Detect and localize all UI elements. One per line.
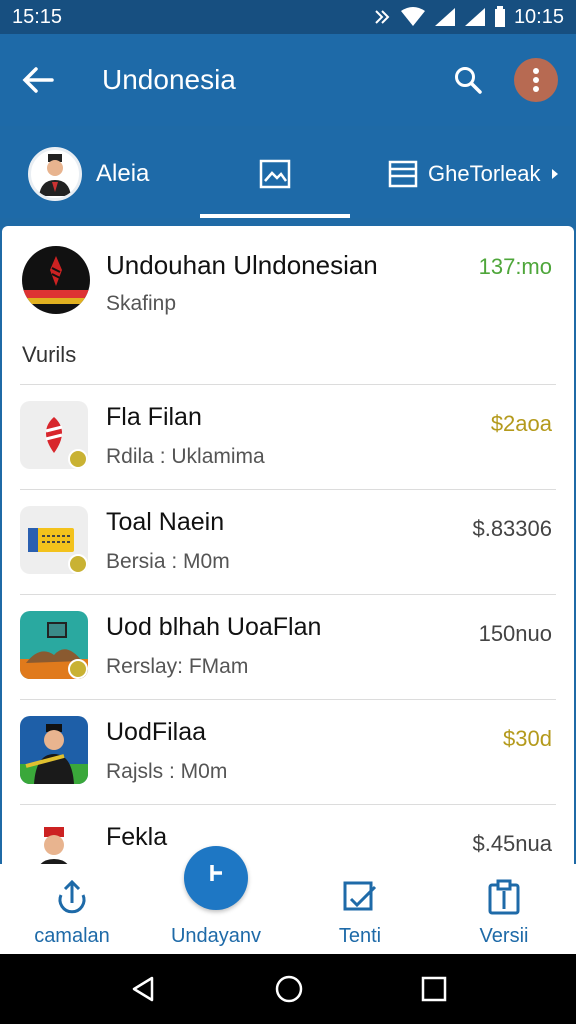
battery-icon (494, 6, 505, 27)
tab-catalog-label: GheTorleak (428, 161, 541, 186)
person-icon (20, 716, 88, 784)
more-options-button[interactable] (514, 58, 558, 102)
item-price: 150nuo (478, 621, 552, 646)
wifi-icon (400, 7, 425, 26)
featured-item[interactable]: Undouhan Ulndonesian Skafinp 137:mo Vuri… (2, 226, 574, 384)
tab-profile[interactable]: Aleia (28, 147, 178, 201)
item-price: $30d (503, 726, 552, 751)
status-time-right: 10:15 (513, 5, 564, 28)
featured-title: Undouhan Ulndonesian (106, 250, 378, 280)
list-item[interactable]: Fla Filan Rdila : Uklamima $2aoa (20, 384, 556, 489)
plus-icon (210, 865, 222, 881)
item-price: $.45nua (472, 831, 552, 856)
featured-price: 137:mo (478, 254, 552, 279)
featured-subtitle: Skafinp (106, 292, 177, 315)
item-subtitle: Bersia : M0m (106, 550, 230, 573)
item-title: Toal Naein (106, 508, 225, 536)
chevron-right-icon (551, 169, 558, 179)
status-bar: 15:15 10:15 (0, 0, 576, 34)
tab-gallery[interactable] (200, 130, 350, 218)
clipboard-icon (488, 879, 520, 915)
nav-item-add[interactable]: Undayanv (144, 846, 288, 954)
card-icon (20, 506, 88, 574)
back-button[interactable] (18, 60, 58, 100)
arrow-back-icon (22, 67, 54, 93)
item-subtitle: Rdila : Uklamima (106, 445, 265, 468)
red-leaf-icon (20, 401, 88, 469)
page-title: Undonesia (102, 64, 236, 95)
tab-profile-label: Aleia (96, 160, 150, 187)
list-icon (388, 160, 418, 188)
landscape-icon (20, 611, 88, 679)
list-item[interactable]: Toal Naein Bersia : M0m $.83306 (20, 489, 556, 594)
app-bar: Undonesia (0, 34, 576, 126)
section-label: Vurils (22, 342, 77, 367)
avatar (28, 147, 82, 201)
status-time-left: 15:15 (12, 5, 63, 28)
nav-item-edit[interactable]: Tenti (288, 864, 432, 954)
status-icons: 10:15 (372, 6, 564, 29)
item-title: Uod blhah UoaFlan (106, 613, 322, 641)
nav-label: Tenti (338, 925, 382, 947)
tab-indicator (200, 214, 350, 218)
signal-icon (434, 8, 455, 26)
nav-label: Versii (479, 925, 529, 947)
item-price: $.83306 (472, 516, 552, 541)
featured-logo (22, 246, 90, 314)
upload-icon (58, 879, 86, 914)
leaf-logo-icon (22, 256, 90, 304)
nav-item-versions[interactable]: Versii (432, 864, 576, 954)
back-triangle-icon[interactable] (128, 974, 158, 1004)
item-title: Fekla (106, 823, 168, 851)
nav-label: camalan (34, 925, 110, 947)
item-subtitle: Rerslay: FMam (106, 655, 249, 678)
item-title: UodFilaa (106, 718, 207, 746)
recents-square-icon[interactable] (420, 975, 448, 1003)
item-subtitle: Rajsls : M0m (106, 760, 228, 783)
search-icon (455, 67, 482, 94)
system-navigation-bar (0, 954, 576, 1024)
person-avatar-icon (39, 154, 71, 196)
item-price: $2aoa (490, 411, 552, 436)
more-vert-icon (533, 68, 539, 92)
add-button[interactable] (184, 846, 248, 910)
nav-item-upload[interactable]: camalan (0, 864, 144, 954)
search-button[interactable] (448, 60, 488, 100)
signal-2-icon (464, 8, 485, 26)
item-title: Fla Filan (106, 403, 202, 431)
list-item[interactable]: Uod blhah UoaFlan Rerslay: FMam 150nuo (20, 594, 556, 699)
tab-bar: Aleia GheTorleak (0, 130, 576, 218)
bottom-navigation: camalan Undayanv Tenti Versii (0, 846, 576, 954)
home-circle-icon[interactable] (274, 974, 304, 1004)
list-item[interactable]: UodFilaa Rajsls : M0m $30d (20, 699, 556, 804)
image-icon (259, 159, 291, 189)
nfc-icon (375, 10, 390, 24)
tab-catalog[interactable]: GheTorleak (388, 160, 563, 188)
edit-icon (343, 881, 377, 911)
nav-label: Undayanv (170, 925, 262, 947)
